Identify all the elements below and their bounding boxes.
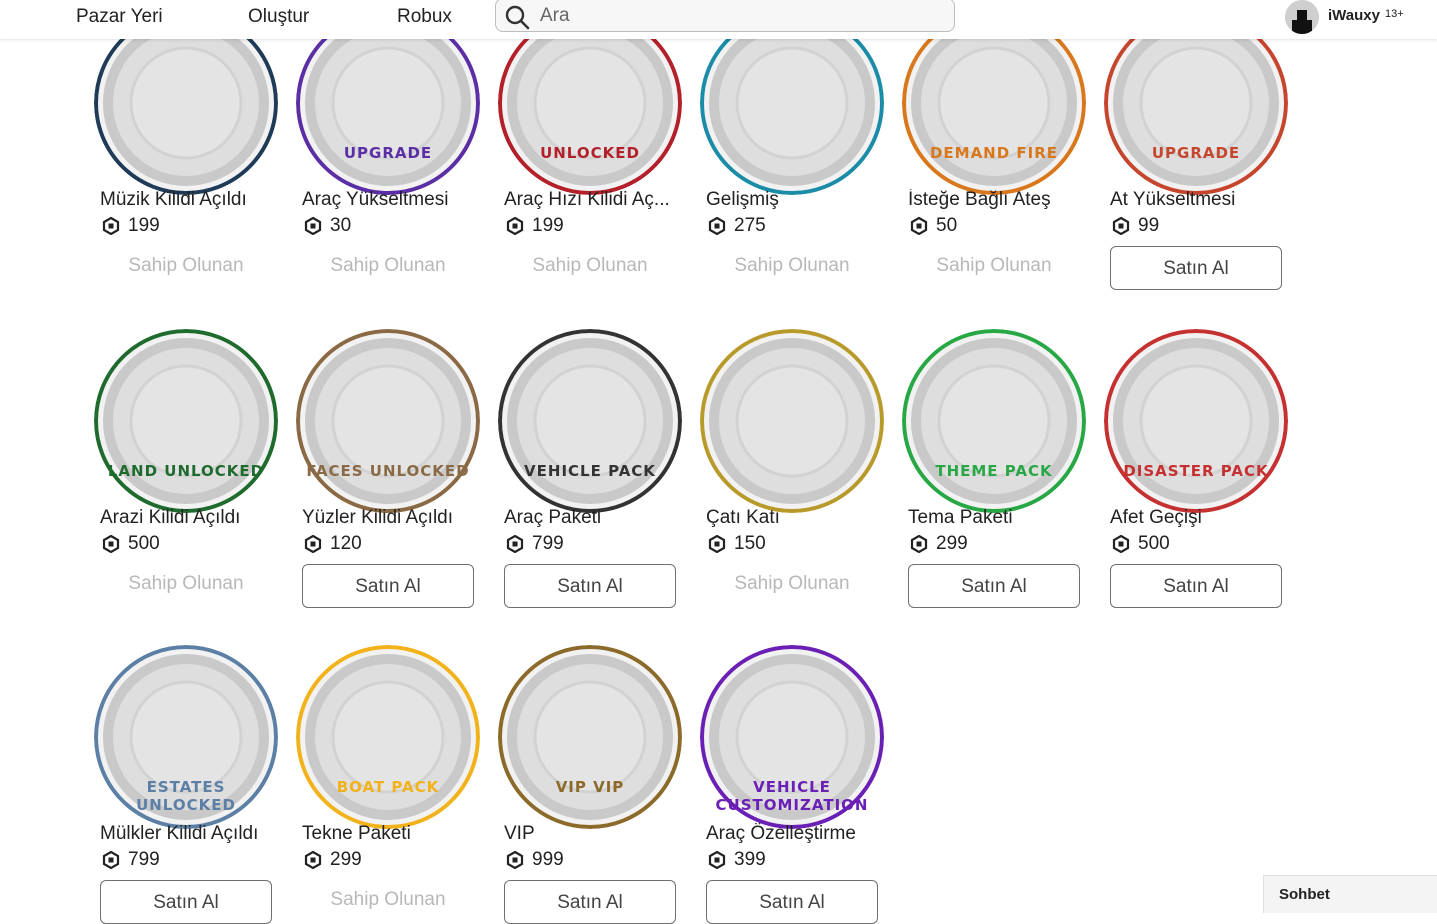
- search-input[interactable]: [538, 1, 942, 31]
- game-pass-name[interactable]: At Yükseltmesi: [1110, 189, 1286, 211]
- price-value: 999: [532, 849, 564, 870]
- robux-icon: [506, 851, 524, 869]
- game-pass-name[interactable]: Çatı Katı: [706, 507, 882, 529]
- price-value: 99: [1138, 215, 1160, 236]
- nav-robux[interactable]: Robux: [397, 6, 452, 28]
- buy-button[interactable]: Satın Al: [1110, 246, 1282, 290]
- owned-label: Sahip Olunan: [936, 255, 1052, 276]
- price-value: 799: [532, 533, 564, 554]
- game-pass-name[interactable]: Mülkler Kilidi Açıldı: [100, 823, 276, 845]
- game-pass-name[interactable]: VIP: [504, 823, 680, 845]
- price-value: 500: [128, 533, 160, 554]
- age-badge: 13+: [1385, 8, 1404, 20]
- game-pass-name[interactable]: Gelişmiş: [706, 189, 882, 211]
- username[interactable]: iWauxy: [1328, 7, 1380, 24]
- search-icon: [505, 5, 530, 30]
- owned-label: Sahip Olunan: [128, 255, 244, 276]
- price-value: 30: [330, 215, 352, 236]
- price-value: 50: [936, 215, 958, 236]
- vehicles-icon[interactable]: [498, 329, 682, 513]
- badge-caption: ESTATES UNLOCKED: [136, 778, 236, 814]
- robux-icon: [1112, 217, 1130, 235]
- price-value: 150: [734, 533, 766, 554]
- owned-label: Sahip Olunan: [330, 255, 446, 276]
- buy-button[interactable]: Satın Al: [504, 564, 676, 608]
- paintbrush-icon[interactable]: [902, 329, 1086, 513]
- game-pass-name[interactable]: Tema Paketi: [908, 507, 1084, 529]
- price-value: 299: [330, 849, 362, 870]
- price-value: 275: [734, 215, 766, 236]
- robux-icon: [910, 535, 928, 553]
- chat-panel[interactable]: Sohbet: [1263, 875, 1437, 913]
- price-value: 399: [734, 849, 766, 870]
- robux-icon: [102, 217, 120, 235]
- top-navigation-bar: Pazar Yeri Oluştur Robux iWauxy 13+: [0, 0, 1437, 39]
- price-value: 199: [532, 215, 564, 236]
- robux-icon: [102, 851, 120, 869]
- badge-caption: BOAT PACK: [336, 778, 440, 796]
- price-value: 500: [1138, 533, 1170, 554]
- badge-caption: VEHICLE PACK: [524, 462, 656, 480]
- buy-button[interactable]: Satın Al: [100, 880, 272, 924]
- price-value: 799: [128, 849, 160, 870]
- robux-icon: [304, 851, 322, 869]
- buy-button[interactable]: Satın Al: [302, 564, 474, 608]
- game-pass-name[interactable]: Yüzler Kilidi Açıldı: [302, 507, 478, 529]
- badge-caption: UPGRADE: [1151, 144, 1241, 162]
- chat-label: Sohbet: [1279, 886, 1330, 903]
- crown-icon[interactable]: [498, 645, 682, 829]
- badge-caption: UPGRADE: [343, 144, 433, 162]
- robux-icon: [708, 851, 726, 869]
- robux-icon: [102, 535, 120, 553]
- robux-icon: [304, 535, 322, 553]
- avatar[interactable]: [1285, 0, 1319, 34]
- avatar-figure-icon: [1285, 0, 1319, 34]
- badge-caption: LAND UNLOCKED: [107, 462, 265, 480]
- game-pass-name[interactable]: Araç Yükseltmesi: [302, 189, 478, 211]
- price-value: 120: [330, 533, 362, 554]
- robux-icon: [506, 217, 524, 235]
- robux-icon: [708, 217, 726, 235]
- price-value: 199: [128, 215, 160, 236]
- buy-button[interactable]: Satın Al: [1110, 564, 1282, 608]
- game-pass-name[interactable]: Müzik Kilidi Açıldı: [100, 189, 276, 211]
- land-icon[interactable]: [94, 329, 278, 513]
- game-pass-name[interactable]: Tekne Paketi: [302, 823, 478, 845]
- nav-marketplace[interactable]: Pazar Yeri: [76, 6, 163, 28]
- buy-button[interactable]: Satın Al: [706, 880, 878, 924]
- diamond-icon[interactable]: [700, 329, 884, 513]
- game-pass-name[interactable]: Afet Geçişi: [1110, 507, 1286, 529]
- owned-label: Sahip Olunan: [532, 255, 648, 276]
- badge-caption: UNLOCKED: [540, 144, 640, 162]
- search-box[interactable]: [495, 0, 955, 32]
- badge-caption: THEME PACK: [935, 462, 1053, 480]
- broken-house-icon[interactable]: [1104, 329, 1288, 513]
- game-pass-name[interactable]: İsteğe Bağlı Ateş: [908, 189, 1084, 211]
- badge-caption: DEMAND FIRE: [929, 144, 1059, 162]
- game-pass-name[interactable]: Arazi Kilidi Açıldı: [100, 507, 276, 529]
- robux-icon: [304, 217, 322, 235]
- price-value: 299: [936, 533, 968, 554]
- nav-create[interactable]: Oluştur: [248, 6, 309, 28]
- face-icon[interactable]: [296, 329, 480, 513]
- badge-caption: VIP VIP: [555, 778, 625, 796]
- badge-caption: DISASTER PACK: [1123, 462, 1269, 480]
- badge-caption: FACES UNLOCKED: [306, 462, 470, 480]
- owned-label: Sahip Olunan: [330, 889, 446, 910]
- buy-button[interactable]: Satın Al: [908, 564, 1080, 608]
- robux-icon: [506, 535, 524, 553]
- game-pass-name[interactable]: Araç Paketi: [504, 507, 680, 529]
- owned-label: Sahip Olunan: [128, 573, 244, 594]
- game-pass-name[interactable]: Araç Hızı Kilidi Aç...: [504, 189, 680, 211]
- robux-icon: [708, 535, 726, 553]
- game-pass-name[interactable]: Araç Özelleştirme: [706, 823, 882, 845]
- badge-caption: VEHICLE CUSTOMIZATION: [715, 778, 869, 814]
- buy-button[interactable]: Satın Al: [504, 880, 676, 924]
- robux-icon: [910, 217, 928, 235]
- robux-icon: [1112, 535, 1130, 553]
- boat-icon[interactable]: [296, 645, 480, 829]
- owned-label: Sahip Olunan: [734, 255, 850, 276]
- owned-label: Sahip Olunan: [734, 573, 850, 594]
